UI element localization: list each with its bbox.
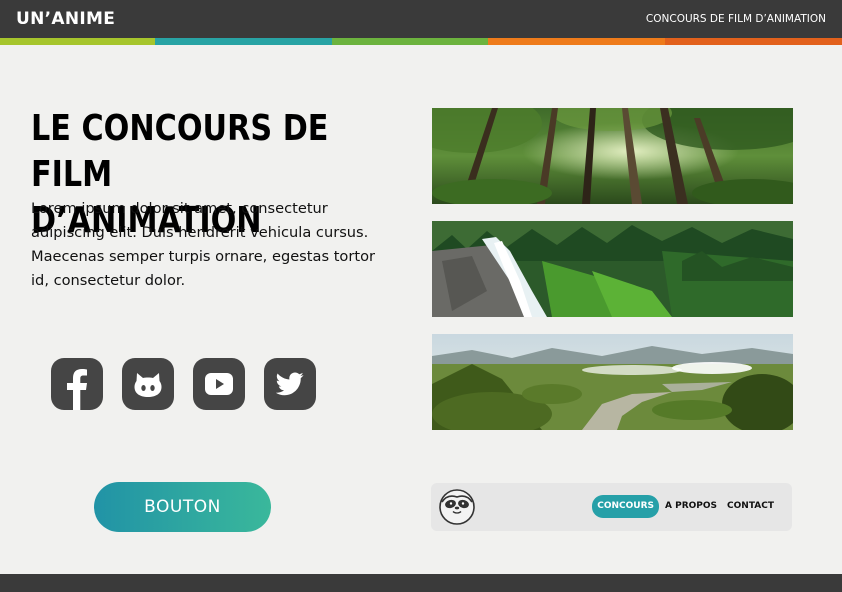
nav-item-concours[interactable]: CONCOURS	[592, 495, 660, 518]
sloth-icon[interactable]	[438, 488, 476, 526]
gallery-image-waterfall	[432, 221, 793, 317]
youtube-link[interactable]	[193, 358, 245, 410]
stripe-segment	[0, 38, 155, 45]
github-link[interactable]	[122, 358, 174, 410]
stripe-segment	[332, 38, 488, 45]
nav-item-a-propos[interactable]: A PROPOS	[661, 495, 721, 518]
top-bar: UN’ANIME CONCOURS DE FILM D’ANIMATION	[0, 0, 842, 38]
color-stripe	[0, 38, 842, 45]
youtube-icon	[205, 373, 233, 395]
footer-bar	[0, 574, 842, 592]
gallery-image-forest	[432, 108, 793, 204]
twitter-icon	[276, 372, 304, 396]
site-tagline: CONCOURS DE FILM D’ANIMATION	[645, 13, 826, 25]
nav-bar: CONCOURS A PROPOS CONTACT	[431, 483, 792, 531]
site-logo[interactable]: UN’ANIME	[16, 9, 115, 29]
facebook-icon	[51, 358, 103, 410]
social-links	[51, 358, 335, 410]
gallery-image-valley	[432, 334, 793, 430]
hero-text: Lorem ipsum dolor sit amet, consectetur …	[31, 200, 375, 289]
facebook-link[interactable]	[51, 358, 103, 410]
stripe-segment	[488, 38, 665, 45]
twitter-link[interactable]	[264, 358, 316, 410]
stripe-segment	[665, 38, 842, 45]
nav-item-contact[interactable]: CONTACT	[723, 495, 778, 518]
github-icon	[133, 370, 163, 398]
stripe-segment	[155, 38, 332, 45]
main-cta-button[interactable]: BOUTON	[94, 482, 271, 532]
nav-menu: CONCOURS A PROPOS CONTACT	[590, 495, 778, 518]
